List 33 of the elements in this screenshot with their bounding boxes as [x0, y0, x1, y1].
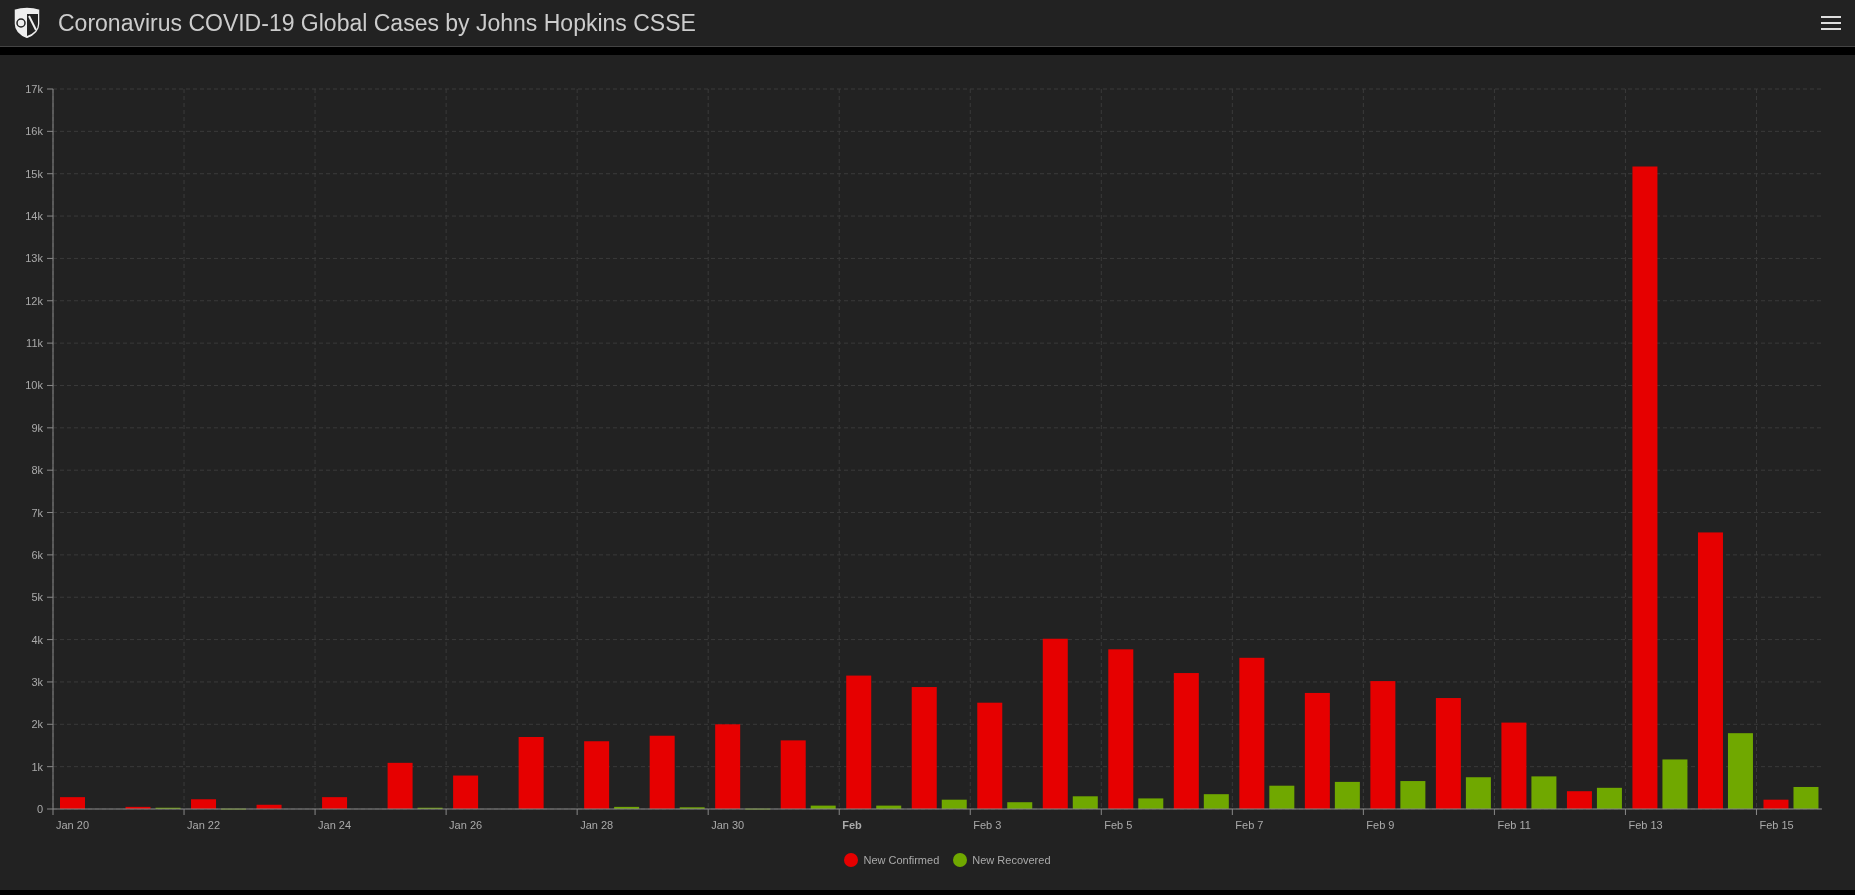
page-title: Coronavirus COVID-19 Global Cases by Johns Hopkins CSSE — [58, 9, 697, 37]
y-tick-label: 15k — [25, 167, 43, 180]
y-tick-label: 13k — [25, 252, 43, 265]
y-tick-label: 10k — [25, 379, 43, 392]
y-tick-label: 5k — [31, 591, 43, 604]
x-tick-label: Feb 13 — [1628, 819, 1663, 831]
x-tick-label: Feb — [842, 819, 862, 831]
x-tick-label: Feb 9 — [1366, 819, 1395, 831]
x-tick-label: Jan 22 — [187, 819, 221, 831]
y-tick-label: 11k — [26, 337, 43, 350]
y-tick-label: 12k — [25, 294, 43, 307]
y-tick-label: 6k — [31, 548, 43, 561]
x-tick-label: Feb 3 — [973, 819, 1002, 831]
y-tick-label: 16k — [25, 125, 43, 138]
y-tick-label: 14k — [25, 210, 43, 223]
x-tick-label: Feb 7 — [1235, 819, 1264, 831]
y-tick-label: 8k — [31, 464, 43, 477]
y-tick-label: 9k — [31, 421, 43, 434]
x-tick-label: Jan 26 — [449, 819, 483, 831]
x-tick-label: Feb 11 — [1497, 819, 1531, 831]
y-tick-label: 2k — [31, 718, 43, 731]
x-tick-label: Jan 28 — [580, 819, 614, 831]
y-tick-label: 0 — [36, 803, 43, 815]
y-tick-label: 4k — [31, 633, 43, 646]
y-tick-label: 3k — [31, 675, 43, 688]
y-tick-label: 7k — [31, 506, 43, 519]
x-tick-label: Jan 20 — [56, 819, 90, 831]
x-tick-label: Feb 5 — [1104, 819, 1133, 831]
y-tick-label: 17k — [25, 83, 43, 95]
x-tick-label: Jan 24 — [318, 819, 352, 831]
x-tick-label: Feb 15 — [1759, 819, 1794, 831]
y-tick-label: 1k — [31, 760, 43, 773]
x-tick-label: Jan 30 — [711, 819, 745, 831]
